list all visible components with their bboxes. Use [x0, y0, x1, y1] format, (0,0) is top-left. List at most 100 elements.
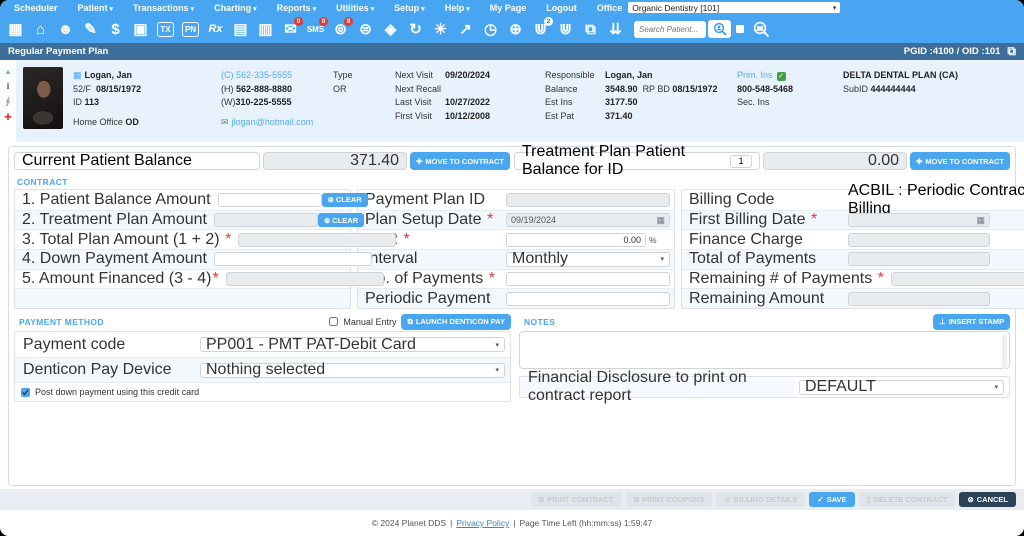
web-portal-icon[interactable]: ⊕: [503, 17, 528, 42]
shield-icon[interactable]: ◈: [378, 17, 403, 42]
tp-balance-label-box: Treatment Plan Patient Balance for ID: [514, 152, 760, 170]
person-search-icon: [713, 22, 727, 36]
print-icon[interactable]: ⧉: [578, 17, 603, 42]
payment-plan-id-input: [506, 193, 670, 207]
collapse-toolbar-icon[interactable]: ⇊: [603, 17, 628, 42]
tooth-secondary-icon[interactable]: ⋓2: [528, 17, 553, 42]
payment-plan-id-row: Payment Plan ID: [358, 190, 674, 210]
billing-code-row: Billing Code ACBIL : Periodic Contract B…: [682, 190, 1024, 210]
caret-down-icon: ▾: [994, 383, 998, 391]
post-down-payment-label: Post down payment using this credit card: [35, 387, 199, 397]
periodic-payment-input[interactable]: [506, 292, 670, 306]
payment-code-select[interactable]: PP001 - PMT PAT-Debit Card▾: [200, 337, 505, 352]
top-menu-bar: Scheduler Patient▾ Transactions▾ Chartin…: [0, 0, 1024, 15]
menu-my-page[interactable]: My Page: [480, 3, 537, 13]
first-visit-date: 10/12/2008: [445, 111, 490, 121]
privacy-policy-link[interactable]: Privacy Policy: [456, 518, 509, 528]
no-of-payments-input[interactable]: [506, 272, 670, 286]
attachment-icon[interactable]: ∮: [6, 96, 11, 107]
cancel-button[interactable]: ⊗CANCEL: [959, 492, 1016, 507]
web-activity-icon[interactable]: ⊚8: [328, 17, 353, 42]
progress-notes-icon[interactable]: PN: [178, 17, 203, 42]
tx-planner-icon[interactable]: TX: [153, 17, 178, 42]
save-button[interactable]: ✓SAVE: [809, 492, 854, 507]
payment-method-title: PAYMENT METHOD: [14, 314, 109, 329]
clear-icon: ⊗: [328, 195, 334, 204]
caret-down-icon: ▾: [660, 255, 664, 263]
down-payment-amount-input[interactable]: [214, 252, 372, 266]
notes-icon[interactable]: ▤: [228, 17, 253, 42]
move-tp-to-contract-button[interactable]: ✚MOVE TO CONTRACT: [910, 152, 1010, 170]
rx-icon[interactable]: Rx: [203, 17, 228, 42]
patient-info-icon[interactable]: i: [7, 81, 10, 91]
menu-setup[interactable]: Setup▾: [384, 3, 435, 13]
calendar-icon[interactable]: ▦: [3, 17, 28, 42]
percent-suffix: %: [649, 235, 657, 245]
search-scope-checkbox[interactable]: [736, 25, 744, 33]
forms-icon[interactable]: ▥: [253, 17, 278, 42]
patient-photo[interactable]: [23, 67, 63, 129]
home-icon[interactable]: ⌂: [28, 17, 53, 42]
sec-ins-label[interactable]: Sec. Ins: [737, 96, 835, 110]
tp-id-input[interactable]: [730, 155, 752, 168]
group-search-button[interactable]: [749, 17, 773, 41]
print-page-icon[interactable]: ⧉: [1007, 44, 1016, 59]
menu-utilities[interactable]: Utilities▾: [326, 3, 384, 13]
sms-icon[interactable]: SMS0: [303, 17, 328, 42]
notes-textarea[interactable]: [519, 331, 1010, 369]
add-patient-icon[interactable]: ☻: [53, 17, 78, 42]
caret-down-icon: ▾: [253, 6, 257, 13]
tooth-chart-icon[interactable]: ▣: [128, 17, 153, 42]
est-ins-value: 3177.50: [605, 97, 638, 107]
search-patient-button[interactable]: [708, 20, 731, 38]
office-select[interactable]: Organic Dentistry [101]▾: [628, 2, 840, 13]
collapse-banner-icon[interactable]: ▴: [6, 67, 10, 76]
search-input[interactable]: [634, 21, 706, 38]
patient-balance-amount-input[interactable]: [218, 193, 322, 207]
tooth-icon[interactable]: ⋓: [553, 17, 578, 42]
integrations-icon[interactable]: ✳: [428, 17, 453, 42]
menu-transactions[interactable]: Transactions▾: [123, 3, 204, 13]
interval-select[interactable]: Monthly▾: [506, 252, 670, 267]
prim-ins-phone: 800-548-5468: [737, 83, 835, 97]
cell-phone[interactable]: (C) 562-335-5555: [221, 69, 333, 83]
post-down-payment-checkbox[interactable]: [21, 388, 30, 397]
pay-device-select[interactable]: Nothing selected▾: [200, 363, 505, 378]
empty-row: [15, 288, 350, 308]
patient-sync-icon[interactable]: ↻: [403, 17, 428, 42]
prim-ins-link[interactable]: Prim. Ins: [737, 70, 773, 80]
pgid-oid-label: PGID :4100 / OID :101: [904, 46, 1001, 57]
disclosure-select[interactable]: DEFAULT▾: [799, 380, 1004, 395]
chat-icon[interactable]: ✉0: [278, 17, 303, 42]
menu-help[interactable]: Help▾: [435, 3, 480, 13]
patient-email[interactable]: jlogan@hotmail.com: [232, 117, 314, 127]
menu-scheduler[interactable]: Scheduler: [4, 3, 68, 13]
insert-stamp-button[interactable]: ⊥INSERT STAMP: [933, 314, 1010, 330]
delete-icon: ▯: [867, 495, 871, 504]
menu-patient[interactable]: Patient▾: [68, 3, 124, 13]
next-visit-date: 09/20/2024: [445, 70, 490, 80]
billing-icon: ⊙: [724, 495, 730, 504]
launch-denticon-pay-button[interactable]: ⧉LAUNCH DENTICON PAY: [401, 314, 511, 330]
analytics-icon[interactable]: ↗: [453, 17, 478, 42]
patient-name: Logan, Jan: [85, 70, 133, 80]
apr-input[interactable]: [506, 233, 646, 247]
payments-icon[interactable]: $: [103, 17, 128, 42]
notes-block: NOTES ⊥INSERT STAMP Financial Disclosure…: [519, 312, 1010, 402]
clear-patient-balance-button[interactable]: ⊗CLEAR: [322, 193, 368, 207]
medical-alert-icon[interactable]: ✚: [4, 112, 12, 123]
first-billing-date-row: First Billing Date * ▦: [682, 210, 1024, 230]
notes-scrollbar[interactable]: [1002, 334, 1007, 369]
time-clock-icon[interactable]: ◷: [478, 17, 503, 42]
caret-down-icon: ▾: [313, 6, 317, 13]
menu-charting[interactable]: Charting▾: [204, 3, 267, 13]
secure-web-icon[interactable]: ⊜: [353, 17, 378, 42]
financial-disclosure-row: Financial Disclosure to print on contrac…: [519, 376, 1010, 398]
manual-entry-checkbox[interactable]: [329, 317, 338, 326]
menu-reports[interactable]: Reports▾: [267, 3, 327, 13]
edit-patient-icon[interactable]: ✎: [78, 17, 103, 42]
clear-treatment-plan-button[interactable]: ⊗CLEAR: [318, 213, 364, 227]
menu-logout[interactable]: Logout: [536, 3, 587, 13]
caret-down-icon: ▾: [466, 6, 470, 13]
move-to-contract-button[interactable]: ✚MOVE TO CONTRACT: [410, 152, 510, 170]
